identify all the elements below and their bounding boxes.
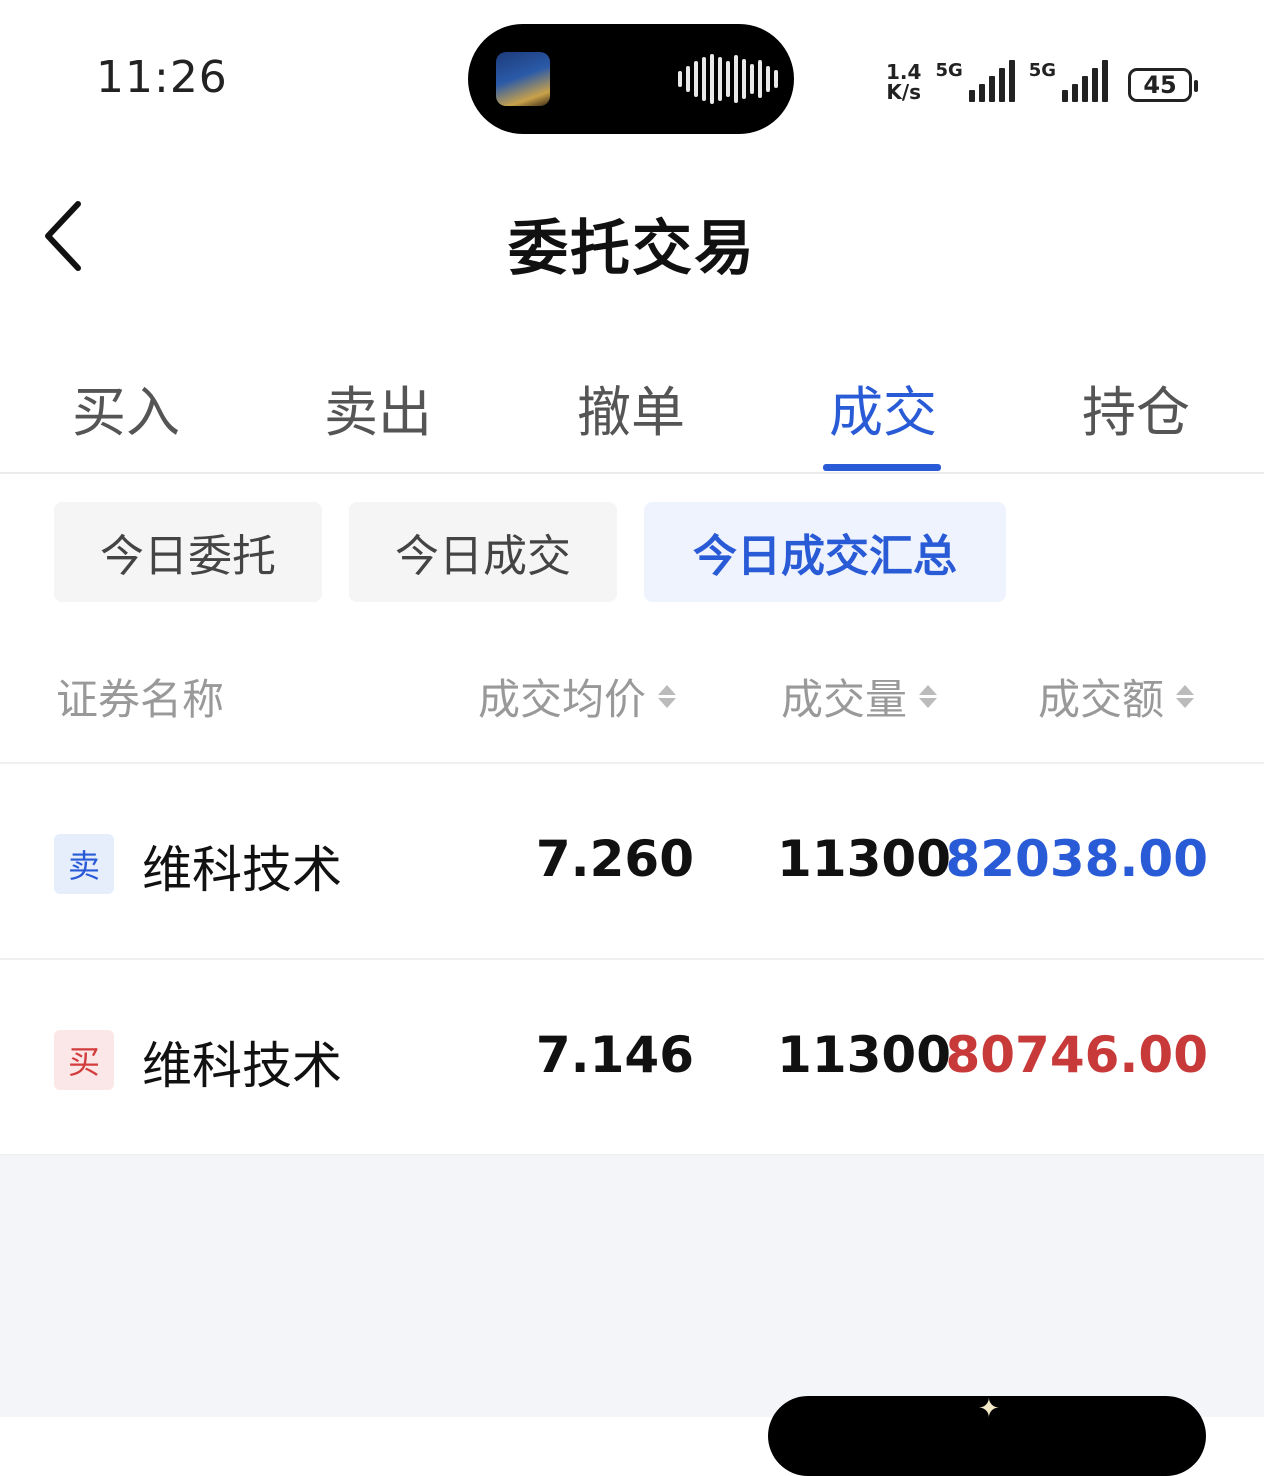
table-header: 证券名称 成交均价 成交量 成交额 <box>0 630 1264 764</box>
sparkle-icon: ✦ <box>978 1394 1000 1424</box>
column-name-label: 证券名称 <box>56 675 225 724</box>
column-header-avg-price[interactable]: 成交均价 <box>478 666 677 727</box>
deal-volume: 11300 <box>777 830 951 888</box>
column-header-name: 证券名称 <box>56 666 224 727</box>
tab-buy[interactable]: 买入 <box>46 368 206 447</box>
sim2-label: 5G <box>1028 60 1057 81</box>
table-row[interactable]: 买 维科技术 7.146 11300 80746.00 <box>0 960 1264 1156</box>
album-art-icon <box>496 52 550 106</box>
tab-cancel[interactable]: 撤单 <box>551 368 711 447</box>
column-header-amount[interactable]: 成交额 <box>1038 666 1195 727</box>
battery-icon: 45 <box>1128 68 1199 102</box>
empty-area <box>0 1155 1264 1417</box>
dynamic-island[interactable] <box>468 24 794 134</box>
active-tab-indicator <box>823 464 941 471</box>
sell-badge: 卖 <box>54 834 114 894</box>
sort-icon <box>919 685 938 708</box>
security-name: 维科技术 <box>142 841 342 899</box>
signal-icon-sim1: 5G <box>935 60 1015 102</box>
sim1-label: 5G <box>935 60 963 81</box>
column-volume-label: 成交量 <box>781 675 908 724</box>
buy-badge: 买 <box>54 1030 114 1090</box>
tab-positions[interactable]: 持仓 <box>1056 368 1216 447</box>
deal-volume: 11300 <box>777 1026 951 1084</box>
tab-sell[interactable]: 卖出 <box>298 368 458 447</box>
avg-price: 7.146 <box>535 1026 694 1084</box>
battery-level: 45 <box>1143 71 1177 99</box>
nav-header: 委托交易 <box>0 160 1264 310</box>
column-header-volume[interactable]: 成交量 <box>781 666 938 727</box>
deal-amount: 82038.00 <box>945 830 1208 888</box>
sort-icon <box>1176 685 1195 708</box>
table-row[interactable]: 卖 维科技术 7.260 11300 82038.00 <box>0 764 1264 960</box>
network-speed-value: 1.4 <box>886 60 922 84</box>
subtab-today-deals-summary[interactable]: 今日成交汇总 <box>644 502 1006 602</box>
subtab-today-deals[interactable]: 今日成交 <box>349 502 617 602</box>
column-avg-price-label: 成交均价 <box>478 675 647 724</box>
signal-icon-sim2: 5G <box>1028 60 1109 102</box>
network-speed: 1.4 K/s <box>886 62 921 102</box>
trade-tabs: 买入 卖出 撤单 成交 持仓 <box>0 340 1264 474</box>
avg-price: 7.260 <box>535 830 694 888</box>
deal-amount: 80746.00 <box>945 1026 1208 1084</box>
subtab-today-orders[interactable]: 今日委托 <box>54 502 322 602</box>
security-name: 维科技术 <box>142 1037 342 1095</box>
status-bar: 11:26 1.4 K/s 5G 5G 45 <box>0 0 1264 160</box>
network-speed-unit: K/s <box>886 80 922 104</box>
audio-wave-icon <box>678 54 778 104</box>
system-indicators: 1.4 K/s 5G 5G 45 <box>886 56 1199 102</box>
column-amount-label: 成交额 <box>1038 675 1165 724</box>
status-time: 11:26 <box>96 52 228 103</box>
sort-icon <box>658 685 677 708</box>
tab-deals[interactable]: 成交 <box>803 368 963 447</box>
page-title: 委托交易 <box>508 214 756 284</box>
